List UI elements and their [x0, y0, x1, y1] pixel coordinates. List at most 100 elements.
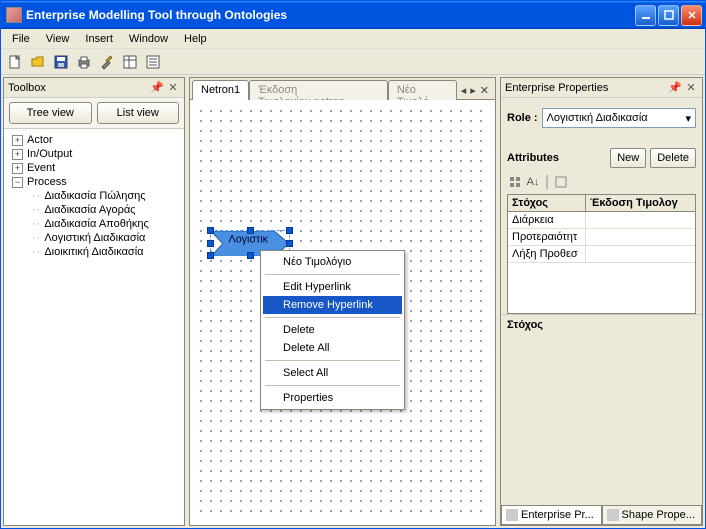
tree-node[interactable]: −Process: [6, 175, 182, 189]
attr-value[interactable]: [586, 246, 594, 262]
context-menu-item[interactable]: Select All: [263, 364, 402, 382]
list-view-button[interactable]: List view: [97, 102, 180, 124]
attributes-table: Στόχος Έκδοση Τιμολογ ΔιάρκειαΠροτεραιότ…: [507, 194, 696, 314]
table-empty-space: [508, 263, 695, 313]
resize-handle[interactable]: [286, 240, 293, 247]
sort-icon[interactable]: A↓: [525, 174, 541, 190]
tree-node-label: Actor: [27, 134, 53, 146]
document-tab[interactable]: Νέο Τιμολό: [388, 80, 457, 100]
tab-shape-properties[interactable]: Shape Prope...: [602, 506, 703, 525]
pin-icon[interactable]: 📌: [668, 81, 682, 95]
resize-handle[interactable]: [207, 240, 214, 247]
titlebar[interactable]: Enterprise Modelling Tool through Ontolo…: [1, 1, 705, 29]
tree-node-label: Process: [27, 176, 67, 188]
save-icon[interactable]: [51, 52, 71, 72]
tree-node[interactable]: + Event: [6, 161, 182, 175]
table-row[interactable]: Λήξη Προθεσ: [508, 246, 695, 263]
window-controls: [635, 5, 702, 26]
table-head-value[interactable]: Έκδοση Τιμολογ: [586, 195, 695, 211]
attr-name: Προτεραιότητ: [508, 229, 586, 245]
toolbox-view-buttons: Tree view List view: [4, 98, 184, 129]
tab-enterprise-properties[interactable]: Enterprise Pr...: [501, 506, 602, 525]
tree-child[interactable]: Διαδικασία Αγοράς: [6, 203, 182, 217]
tab-scroll-arrows: ◂▸ ✕: [457, 84, 493, 99]
tree-node-label: Event: [27, 162, 55, 174]
attr-name: Λήξη Προθεσ: [508, 246, 586, 262]
shape-label: Λογιστικ: [229, 234, 269, 246]
table-head-key[interactable]: Στόχος: [508, 195, 586, 211]
document-tab[interactable]: Έκδοση Τιμολογίου.netron: [249, 80, 388, 100]
context-menu-item[interactable]: Νέο Τιμολόγιο: [263, 253, 402, 271]
tree-node[interactable]: + Actor: [6, 133, 182, 147]
close-icon[interactable]: ✕: [684, 81, 698, 95]
resize-handle[interactable]: [286, 227, 293, 234]
menubar: FileViewInsertWindowHelp: [1, 29, 705, 49]
properties-panel: Enterprise Properties 📌 ✕ Role : Λογιστι…: [500, 77, 703, 526]
canvas-panel: Netron1Έκδοση Τιμολογίου.netronΝέο Τιμολ…: [189, 77, 496, 526]
resize-handle[interactable]: [247, 227, 254, 234]
resize-handle[interactable]: [207, 227, 214, 234]
role-label: Role :: [507, 112, 538, 124]
context-menu-item[interactable]: Edit Hyperlink: [263, 278, 402, 296]
tree-child[interactable]: Διαδικασία Πώλησης: [6, 189, 182, 203]
table-row[interactable]: Προτεραιότητ: [508, 229, 695, 246]
minimize-button[interactable]: [635, 5, 656, 26]
attr-value[interactable]: [586, 229, 594, 245]
categorize-icon[interactable]: [507, 174, 523, 190]
role-row: Role : Λογιστική Διαδικασία ▾: [507, 108, 696, 128]
table-row[interactable]: Διάρκεια: [508, 212, 695, 229]
menu-window[interactable]: Window: [122, 31, 175, 47]
tree-node-label: In/Output: [27, 148, 72, 160]
tree-child[interactable]: Διαδικασία Αποθήκης: [6, 217, 182, 231]
context-menu-item[interactable]: Delete All: [263, 339, 402, 357]
canvas[interactable]: Λογιστικ Νέο Τιμολόγιο Edit HyperlinkRemo…: [190, 100, 495, 525]
scroll-right-icon[interactable]: ▸: [470, 84, 476, 97]
separator: [265, 317, 400, 318]
new-button[interactable]: New: [610, 148, 646, 168]
menu-help[interactable]: Help: [177, 31, 214, 47]
context-menu-item[interactable]: Properties: [263, 389, 402, 407]
scroll-left-icon[interactable]: ◂: [461, 84, 467, 97]
new-icon[interactable]: [5, 52, 25, 72]
tree-view-button[interactable]: Tree view: [9, 102, 92, 124]
close-tab-icon[interactable]: ✕: [480, 84, 489, 97]
tree-node[interactable]: + In/Output: [6, 147, 182, 161]
separator: [265, 360, 400, 361]
app-icon: [6, 7, 22, 23]
close-button[interactable]: [681, 5, 702, 26]
toolbox-tree[interactable]: +Actor+In/Output+Event−ProcessΔιαδικασία…: [4, 129, 184, 525]
maximize-button[interactable]: [658, 5, 679, 26]
context-menu-item[interactable]: Delete: [263, 321, 402, 339]
window: Enterprise Modelling Tool through Ontolo…: [0, 0, 706, 529]
menu-file[interactable]: File: [5, 31, 37, 47]
expand-icon[interactable]: +: [12, 163, 23, 174]
collapse-icon[interactable]: −: [12, 177, 23, 188]
attributes-header-row: Attributes New Delete: [507, 148, 696, 168]
toolbox-title: Toolbox: [8, 82, 46, 94]
menu-view[interactable]: View: [39, 31, 77, 47]
props-icon[interactable]: [120, 52, 140, 72]
attr-name: Διάρκεια: [508, 212, 586, 228]
close-icon[interactable]: ✕: [166, 81, 180, 95]
properties-title-bar: Enterprise Properties 📌 ✕: [501, 78, 702, 98]
tree-child[interactable]: Λογιστική Διαδικασία: [6, 231, 182, 245]
menu-insert[interactable]: Insert: [78, 31, 120, 47]
tools-icon[interactable]: [97, 52, 117, 72]
context-menu-item[interactable]: Remove Hyperlink: [263, 296, 402, 314]
open-icon[interactable]: [28, 52, 48, 72]
expand-icon[interactable]: +: [12, 135, 23, 146]
document-tab[interactable]: Netron1: [192, 80, 249, 100]
collapse-icon[interactable]: [553, 174, 569, 190]
attr-value[interactable]: [586, 212, 594, 228]
pin-icon[interactable]: 📌: [150, 81, 164, 95]
attribute-toolbar: A↓: [507, 172, 696, 194]
tree-child[interactable]: Διοικιτική Διαδικασία: [6, 245, 182, 259]
resize-handle[interactable]: [207, 252, 214, 259]
expand-icon[interactable]: +: [12, 149, 23, 160]
delete-button[interactable]: Delete: [650, 148, 696, 168]
print-icon[interactable]: [74, 52, 94, 72]
resize-handle[interactable]: [247, 252, 254, 259]
context-menu: Νέο Τιμολόγιο Edit HyperlinkRemove Hyperl…: [260, 250, 405, 410]
list-icon[interactable]: [143, 52, 163, 72]
role-select[interactable]: Λογιστική Διαδικασία ▾: [542, 108, 696, 128]
